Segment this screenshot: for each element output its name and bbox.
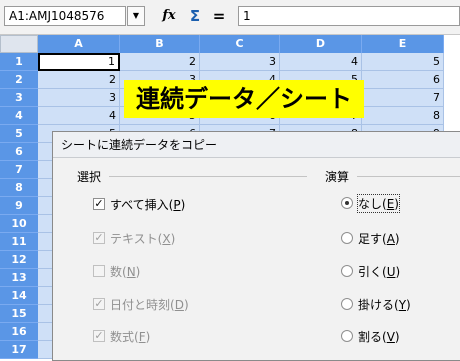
- operation-radio-3[interactable]: [341, 265, 353, 277]
- cell-a4[interactable]: 4: [38, 107, 120, 125]
- operation-option-label-3: 引く(U): [358, 265, 401, 279]
- title-banner: 連続データ／シート: [124, 80, 364, 118]
- row-header-12[interactable]: 12: [0, 251, 38, 269]
- operation-group-divider: [357, 176, 460, 177]
- formula-bar: A1:AMJ1048576 ▼ fx Σ = 1: [0, 0, 460, 35]
- cell-d1[interactable]: 4: [280, 53, 362, 71]
- cell-c1[interactable]: 3: [200, 53, 280, 71]
- cell-a3[interactable]: 3: [38, 89, 120, 107]
- row-header-8[interactable]: 8: [0, 179, 38, 197]
- selection-option-label-3: 数(N): [110, 265, 141, 279]
- column-header-e[interactable]: E: [362, 35, 444, 53]
- operation-option-label-2: 足す(A): [358, 232, 400, 246]
- cell-e4[interactable]: 8: [362, 107, 444, 125]
- operation-radio-5[interactable]: [341, 330, 353, 342]
- dialog-title: シートに連続データをコピー: [53, 132, 460, 158]
- operation-option-label-5: 割る(V): [358, 330, 400, 344]
- row-header-13[interactable]: 13: [0, 269, 38, 287]
- row-header-6[interactable]: 6: [0, 143, 38, 161]
- selection-checkbox-2[interactable]: ✓: [93, 232, 105, 244]
- operation-option-label-1: なし(E): [357, 194, 400, 213]
- row-header-4[interactable]: 4: [0, 107, 38, 125]
- row-header-10[interactable]: 10: [0, 215, 38, 233]
- formula-input[interactable]: 1: [238, 6, 460, 26]
- selection-option-label-1: すべて挿入(P): [110, 198, 186, 212]
- function-wizard-icon[interactable]: fx: [160, 7, 178, 25]
- cell-e2[interactable]: 6: [362, 71, 444, 89]
- selection-checkbox-1[interactable]: ✓: [93, 198, 105, 210]
- column-header-a[interactable]: A: [38, 35, 120, 53]
- sum-icon[interactable]: Σ: [186, 7, 204, 25]
- row-header-2[interactable]: 2: [0, 71, 38, 89]
- row-header-3[interactable]: 3: [0, 89, 38, 107]
- row-header-15[interactable]: 15: [0, 305, 38, 323]
- name-box[interactable]: A1:AMJ1048576: [4, 6, 126, 26]
- row-header-14[interactable]: 14: [0, 287, 38, 305]
- row-header-7[interactable]: 7: [0, 161, 38, 179]
- selection-group-divider: [109, 176, 307, 177]
- operation-group-label: 演算: [325, 170, 350, 184]
- name-box-dropdown-icon[interactable]: ▼: [127, 6, 145, 26]
- cell-a1[interactable]: 1: [38, 53, 120, 71]
- cell-e3[interactable]: 7: [362, 89, 444, 107]
- column-header-c[interactable]: C: [200, 35, 280, 53]
- fill-sheets-dialog: シートに連続データをコピー 選択 演算 ✓ すべて挿入(P) ✓ テキスト(X) 数(N…: [52, 131, 460, 361]
- selection-option-label-4: 日付と時刻(D): [110, 298, 189, 312]
- row-header-5[interactable]: 5: [0, 125, 38, 143]
- column-header-b[interactable]: B: [120, 35, 200, 53]
- operation-radio-2[interactable]: [341, 232, 353, 244]
- column-header-d[interactable]: D: [280, 35, 362, 53]
- selection-checkbox-3[interactable]: [93, 265, 105, 277]
- cell-e1[interactable]: 5: [362, 53, 444, 71]
- select-all-corner[interactable]: [0, 35, 38, 53]
- selection-checkbox-4[interactable]: ✓: [93, 298, 105, 310]
- operation-radio-1[interactable]: [341, 197, 353, 209]
- formula-icon[interactable]: =: [210, 7, 228, 25]
- operation-option-label-4: 掛ける(Y): [358, 298, 411, 312]
- selection-checkbox-5[interactable]: ✓: [93, 330, 105, 342]
- selection-group-label: 選択: [77, 170, 102, 184]
- cell-b1[interactable]: 2: [120, 53, 200, 71]
- row-header-1[interactable]: 1: [0, 53, 38, 71]
- operation-radio-4[interactable]: [341, 298, 353, 310]
- row-header-9[interactable]: 9: [0, 197, 38, 215]
- row-header-17[interactable]: 17: [0, 341, 38, 359]
- selection-option-label-2: テキスト(X): [110, 232, 176, 246]
- row-header-11[interactable]: 11: [0, 233, 38, 251]
- cell-a2[interactable]: 2: [38, 71, 120, 89]
- radio-selected-dot: [345, 201, 349, 205]
- row-header-16[interactable]: 16: [0, 323, 38, 341]
- selection-option-label-5: 数式(F): [110, 330, 151, 344]
